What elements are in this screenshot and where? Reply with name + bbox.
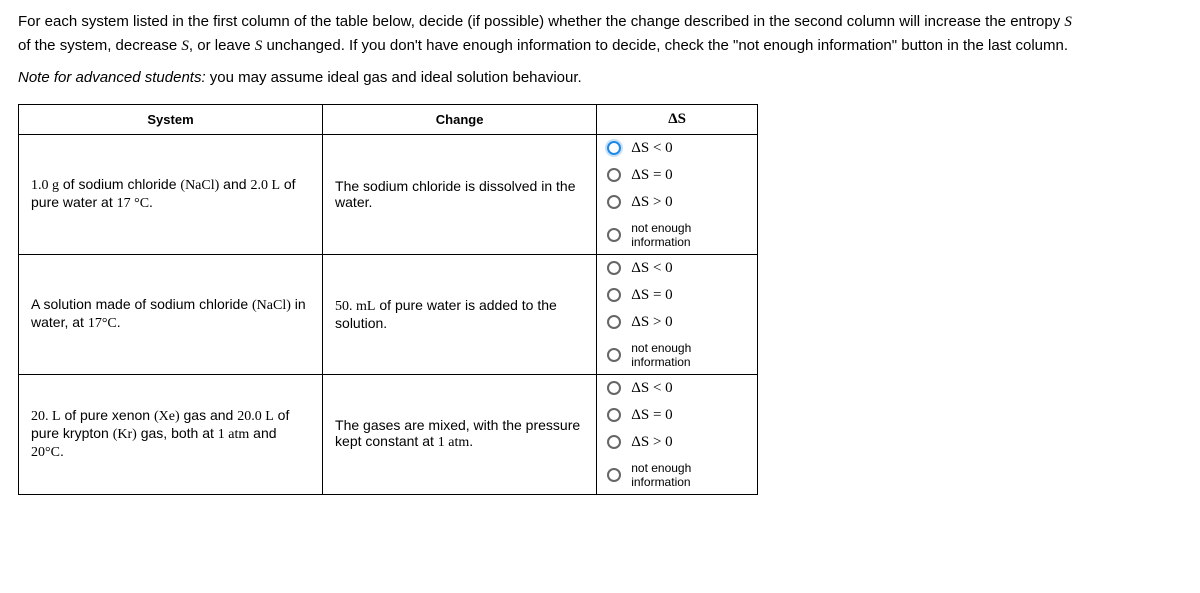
- radio-icon: [607, 261, 621, 275]
- radio-icon: [607, 381, 621, 395]
- option-ds-gt[interactable]: ΔS > 0: [597, 429, 757, 456]
- radio-icon: [607, 435, 621, 449]
- radio-icon: [607, 288, 621, 302]
- options-cell: ΔS < 0 ΔS = 0 ΔS > 0 not enough informat…: [597, 374, 758, 494]
- option-ds-gt[interactable]: ΔS > 0: [597, 189, 757, 216]
- option-nei[interactable]: not enough information: [597, 216, 757, 254]
- table-row: 20. L of pure xenon (Xe) gas and 20.0 L …: [19, 374, 758, 494]
- system-cell: A solution made of sodium chloride (NaCl…: [19, 254, 323, 374]
- table-row: 1.0 g of sodium chloride (NaCl) and 2.0 …: [19, 134, 758, 254]
- option-nei[interactable]: not enough information: [597, 456, 757, 494]
- radio-icon: [607, 141, 621, 155]
- radio-icon: [607, 168, 621, 182]
- th-system: System: [19, 104, 323, 134]
- th-ds: ΔS: [597, 104, 758, 134]
- option-nei[interactable]: not enough information: [597, 336, 757, 374]
- instructions-text: For each system listed in the first colu…: [18, 10, 1182, 59]
- option-ds-lt[interactable]: ΔS < 0: [597, 255, 757, 282]
- radio-icon: [607, 195, 621, 209]
- options-cell: ΔS < 0 ΔS = 0 ΔS > 0 not enough informat…: [597, 134, 758, 254]
- option-ds-eq[interactable]: ΔS = 0: [597, 402, 757, 429]
- entropy-table: System Change ΔS 1.0 g of sodium chlorid…: [18, 104, 758, 495]
- system-cell: 20. L of pure xenon (Xe) gas and 20.0 L …: [19, 374, 323, 494]
- radio-icon: [607, 228, 621, 242]
- radio-icon: [607, 315, 621, 329]
- option-ds-eq[interactable]: ΔS = 0: [597, 162, 757, 189]
- option-ds-lt[interactable]: ΔS < 0: [597, 135, 757, 162]
- change-cell: The sodium chloride is dissolved in the …: [323, 134, 597, 254]
- options-cell: ΔS < 0 ΔS = 0 ΔS > 0 not enough informat…: [597, 254, 758, 374]
- option-ds-gt[interactable]: ΔS > 0: [597, 309, 757, 336]
- system-cell: 1.0 g of sodium chloride (NaCl) and 2.0 …: [19, 134, 323, 254]
- radio-icon: [607, 408, 621, 422]
- th-change: Change: [323, 104, 597, 134]
- option-ds-eq[interactable]: ΔS = 0: [597, 282, 757, 309]
- change-cell: The gases are mixed, with the pressure k…: [323, 374, 597, 494]
- note-text: Note for advanced students: you may assu…: [18, 69, 1182, 86]
- option-ds-lt[interactable]: ΔS < 0: [597, 375, 757, 402]
- change-cell: 50. mL of pure water is added to the sol…: [323, 254, 597, 374]
- table-row: A solution made of sodium chloride (NaCl…: [19, 254, 758, 374]
- radio-icon: [607, 348, 621, 362]
- radio-icon: [607, 468, 621, 482]
